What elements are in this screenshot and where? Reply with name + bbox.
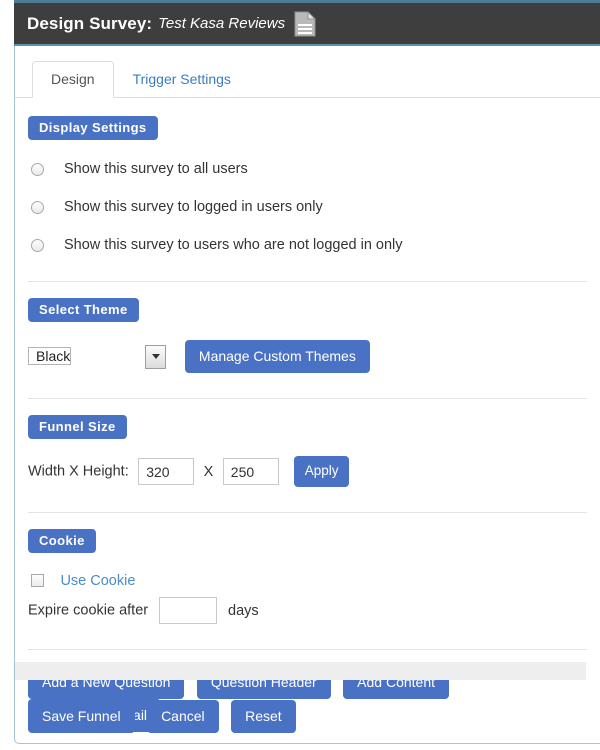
- page-title: Design Survey: [27, 13, 147, 33]
- tab-bar: Design Trigger Settings: [15, 61, 600, 98]
- window-title-bar: Design Survey: Test Kasa Reviews: [14, 0, 600, 46]
- expire-days-input[interactable]: [158, 597, 217, 624]
- radio-label-not-logged-in: Show this survey to users who are not lo…: [64, 237, 403, 253]
- theme-select[interactable]: Black: [28, 343, 168, 371]
- funnel-height-input[interactable]: [222, 458, 279, 485]
- survey-name: Test Kasa Reviews: [158, 15, 286, 32]
- footer-button-row: Save Funnel Cancel Reset: [28, 700, 296, 733]
- reset-button[interactable]: Reset: [231, 700, 296, 733]
- days-label: days: [228, 602, 259, 619]
- funnel-size-separator: X: [203, 463, 214, 480]
- funnel-size-field-label: Width X Height:: [28, 463, 129, 480]
- section-label-display-settings: Display Settings: [28, 116, 158, 140]
- funnel-size-row: Width X Height: X Apply: [28, 456, 587, 487]
- theme-controls-row: Black Manage Custom Themes: [28, 340, 587, 373]
- radio-label-all-users: Show this survey to all users: [64, 161, 248, 177]
- questions-empty-band: [15, 662, 586, 680]
- radio-option-not-logged-in[interactable]: Show this survey to users who are not lo…: [28, 234, 587, 256]
- apply-funnel-size-button[interactable]: Apply: [293, 456, 350, 487]
- radio-icon-logged-in[interactable]: [31, 200, 44, 214]
- tab-design[interactable]: Design: [32, 61, 114, 98]
- document-icon: [294, 10, 317, 37]
- expire-cookie-label: Expire cookie after: [28, 602, 149, 619]
- use-cookie-row[interactable]: Use Cookie: [28, 572, 587, 590]
- radio-icon-not-logged-in[interactable]: [31, 238, 44, 252]
- title-colon: :: [146, 13, 153, 33]
- expire-cookie-row: Expire cookie after days: [28, 597, 587, 624]
- cancel-button[interactable]: Cancel: [147, 700, 219, 733]
- radio-option-all-users[interactable]: Show this survey to all users: [28, 158, 587, 180]
- section-label-cookie: Cookie: [28, 529, 96, 553]
- chevron-down-icon[interactable]: [145, 344, 166, 369]
- save-funnel-button[interactable]: Save Funnel: [28, 700, 135, 733]
- radio-icon-all-users[interactable]: [31, 162, 44, 176]
- use-cookie-label[interactable]: Use Cookie: [60, 573, 135, 589]
- radio-label-logged-in: Show this survey to logged in users only: [64, 199, 323, 215]
- section-label-select-theme: Select Theme: [28, 298, 139, 322]
- radio-option-logged-in[interactable]: Show this survey to logged in users only: [28, 196, 587, 218]
- funnel-width-input[interactable]: [138, 458, 195, 485]
- section-label-funnel-size: Funnel Size: [28, 415, 127, 439]
- theme-select-value[interactable]: Black: [28, 346, 72, 365]
- use-cookie-checkbox[interactable]: [31, 574, 44, 588]
- manage-custom-themes-button[interactable]: Manage Custom Themes: [184, 340, 370, 373]
- app-root: Design Survey: Test Kasa Reviews Design …: [0, 0, 600, 750]
- tab-trigger-settings[interactable]: Trigger Settings: [114, 61, 250, 98]
- content-body: Display Settings Show this survey to all…: [15, 98, 600, 732]
